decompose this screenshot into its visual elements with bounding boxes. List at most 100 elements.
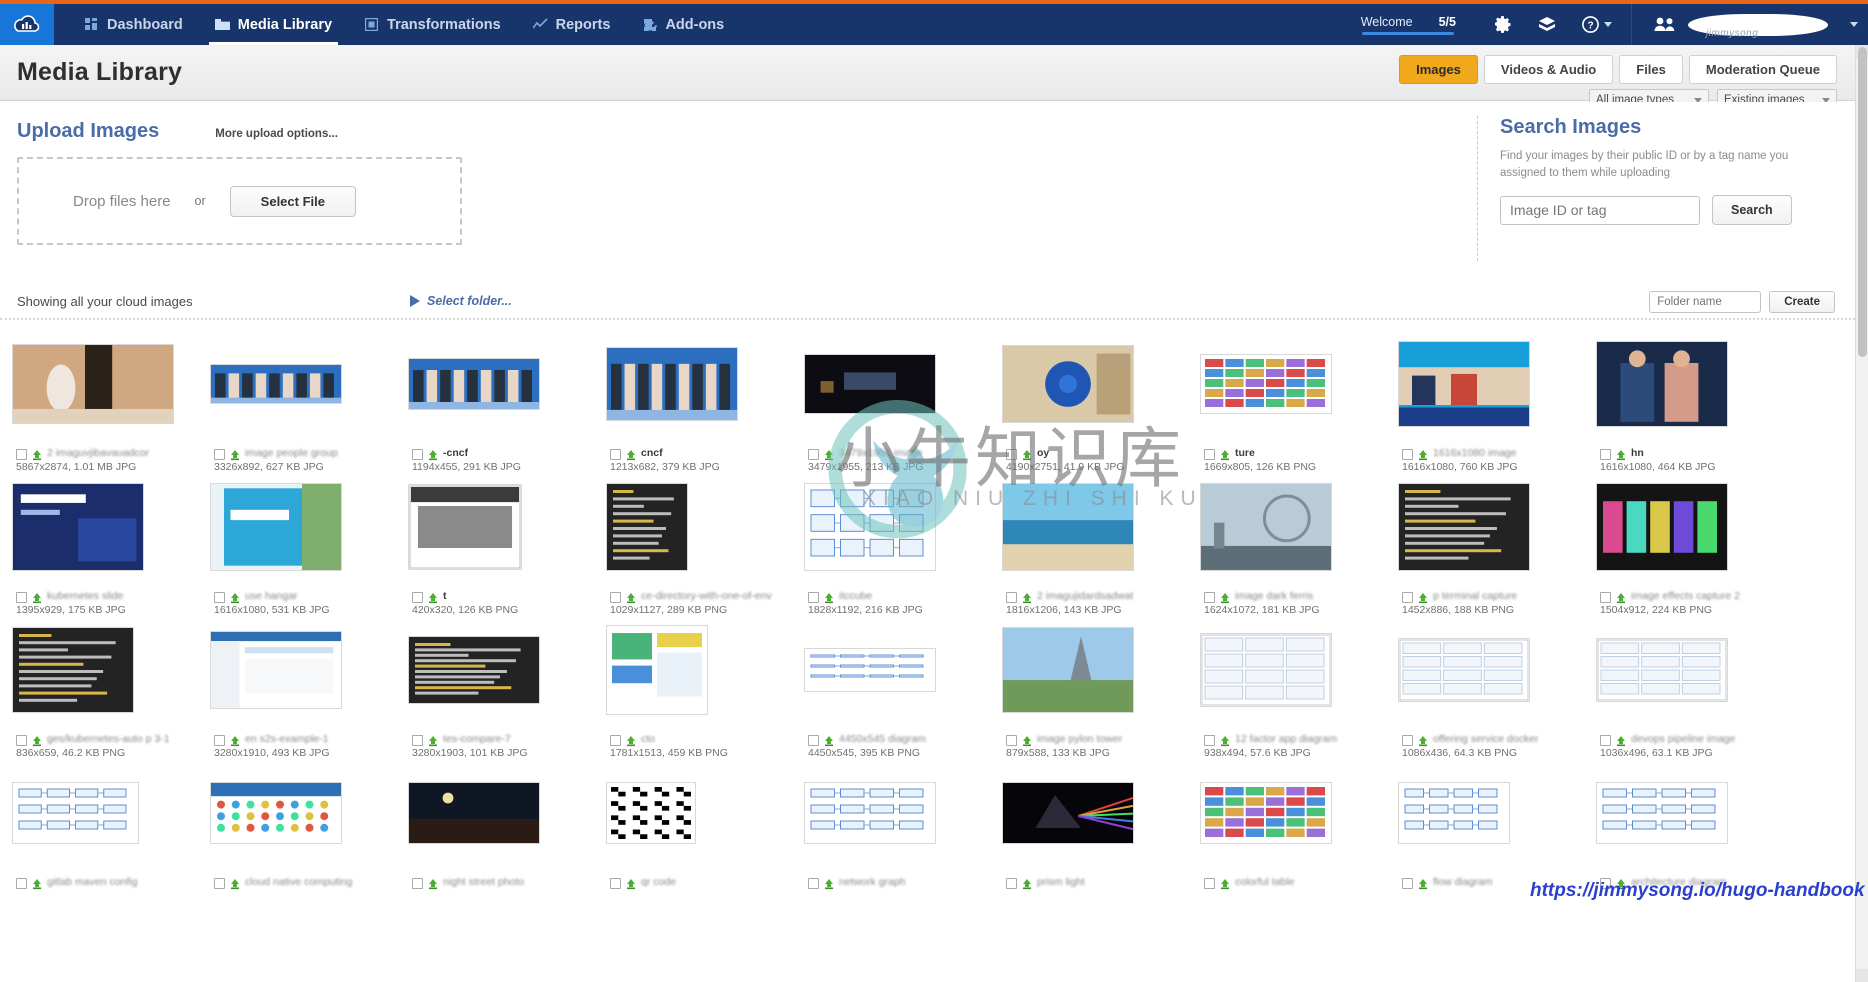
image-thumbnail[interactable] bbox=[804, 782, 936, 845]
image-thumbnail[interactable] bbox=[1398, 483, 1530, 572]
select-checkbox[interactable] bbox=[412, 735, 423, 747]
image-thumbnail[interactable] bbox=[408, 358, 540, 410]
vertical-scrollbar[interactable] bbox=[1855, 45, 1868, 982]
select-checkbox[interactable] bbox=[1600, 592, 1611, 604]
image-thumbnail[interactable] bbox=[606, 347, 738, 421]
nav-item-dashboard[interactable]: Dashboard bbox=[68, 4, 199, 45]
select-checkbox[interactable] bbox=[1006, 735, 1017, 747]
image-grid-item[interactable]: offering service docker 1086x436, 64.3 K… bbox=[1398, 616, 1593, 759]
thumbnail-wrapper[interactable] bbox=[12, 473, 207, 581]
thumbnail-wrapper[interactable] bbox=[210, 759, 405, 867]
select-checkbox[interactable] bbox=[610, 735, 621, 747]
image-grid-item[interactable]: cncf 1213x682, 379 KB JPG bbox=[606, 330, 801, 473]
image-grid-item[interactable]: colorful table bbox=[1200, 759, 1395, 890]
image-thumbnail[interactable] bbox=[1398, 638, 1530, 703]
thumbnail-wrapper[interactable] bbox=[408, 616, 603, 724]
nav-item-addons[interactable]: Add-ons bbox=[626, 4, 740, 45]
select-checkbox[interactable] bbox=[16, 735, 27, 747]
nav-item-transformations[interactable]: Transformations bbox=[348, 4, 517, 45]
chevron-down-icon[interactable] bbox=[1850, 22, 1858, 27]
image-thumbnail[interactable] bbox=[210, 631, 342, 710]
thumbnail-wrapper[interactable] bbox=[804, 759, 999, 867]
select-checkbox[interactable] bbox=[610, 878, 621, 890]
thumbnail-wrapper[interactable] bbox=[1200, 473, 1395, 581]
user-account-menu[interactable]: jimmysong bbox=[1638, 13, 1858, 39]
image-thumbnail[interactable] bbox=[606, 782, 696, 845]
image-grid-item[interactable]: qr code bbox=[606, 759, 801, 890]
search-input[interactable] bbox=[1500, 195, 1700, 225]
image-grid-item[interactable]: cto 1781x1513, 459 KB PNG bbox=[606, 616, 801, 759]
image-thumbnail[interactable] bbox=[408, 636, 540, 705]
image-grid-item[interactable]: use hangar 1616x1080, 531 KB JPG bbox=[210, 473, 405, 616]
image-thumbnail[interactable] bbox=[1200, 782, 1332, 845]
image-thumbnail[interactable] bbox=[1596, 483, 1728, 572]
image-grid-item[interactable]: en s2s-example-1 3280x1910, 493 KB JPG bbox=[210, 616, 405, 759]
image-grid-item[interactable]: cloud native computing bbox=[210, 759, 405, 890]
image-grid-item[interactable]: prism light bbox=[1002, 759, 1197, 890]
select-checkbox[interactable] bbox=[16, 878, 27, 890]
thumbnail-wrapper[interactable] bbox=[606, 330, 801, 438]
image-grid-item[interactable]: night street photo bbox=[408, 759, 603, 890]
image-grid-item[interactable]: image effects capture 2 1504x912, 224 KB… bbox=[1596, 473, 1791, 616]
thumbnail-wrapper[interactable] bbox=[1200, 330, 1395, 438]
image-thumbnail[interactable] bbox=[210, 483, 342, 572]
thumbnail-wrapper[interactable] bbox=[408, 330, 603, 438]
image-grid-item[interactable]: 2 imagujidardsadwat 1816x1206, 143 KB JP… bbox=[1002, 473, 1197, 616]
tab-files[interactable]: Files bbox=[1619, 55, 1683, 84]
image-grid[interactable]: 2 imaguvjibavauadcor 5867x2874, 1.01 MB … bbox=[0, 322, 1855, 982]
select-checkbox[interactable] bbox=[1006, 878, 1017, 890]
welcome-progress[interactable]: Welcome 5/5 bbox=[1361, 15, 1456, 35]
image-thumbnail[interactable] bbox=[1596, 782, 1728, 845]
tab-videos-audio[interactable]: Videos & Audio bbox=[1483, 55, 1614, 84]
image-thumbnail[interactable] bbox=[12, 782, 139, 845]
tab-images[interactable]: Images bbox=[1399, 55, 1478, 84]
select-checkbox[interactable] bbox=[1600, 878, 1611, 890]
image-thumbnail[interactable] bbox=[12, 344, 174, 424]
select-checkbox[interactable] bbox=[214, 735, 225, 747]
thumbnail-wrapper[interactable] bbox=[1200, 759, 1395, 867]
image-thumbnail[interactable] bbox=[1002, 483, 1134, 572]
image-thumbnail[interactable] bbox=[1200, 483, 1332, 572]
image-thumbnail[interactable] bbox=[804, 648, 936, 693]
select-checkbox[interactable] bbox=[412, 878, 423, 890]
image-grid-item[interactable]: network graph bbox=[804, 759, 999, 890]
thumbnail-wrapper[interactable] bbox=[804, 473, 999, 581]
scrollbar-thumb[interactable] bbox=[1858, 47, 1867, 357]
image-thumbnail[interactable] bbox=[804, 483, 936, 572]
thumbnail-wrapper[interactable] bbox=[1596, 616, 1791, 724]
image-grid-item[interactable]: image pylon tower 879x588, 133 KB JPG bbox=[1002, 616, 1197, 759]
image-grid-item[interactable]: 12 factor app diagram 938x494, 57.6 KB J… bbox=[1200, 616, 1395, 759]
image-grid-item[interactable]: 1616x1080 image 1616x1080, 760 KB JPG bbox=[1398, 330, 1593, 473]
select-checkbox[interactable] bbox=[808, 735, 819, 747]
thumbnail-wrapper[interactable] bbox=[1596, 473, 1791, 581]
thumbnail-wrapper[interactable] bbox=[1398, 473, 1593, 581]
select-checkbox[interactable] bbox=[16, 592, 27, 604]
thumbnail-wrapper[interactable] bbox=[1200, 616, 1395, 724]
thumbnail-wrapper[interactable] bbox=[606, 616, 801, 724]
image-thumbnail[interactable] bbox=[1398, 782, 1510, 845]
more-upload-options-link[interactable]: More upload options... bbox=[215, 128, 338, 140]
help-circle-icon[interactable]: ? bbox=[1582, 16, 1612, 33]
image-grid-item[interactable]: kubernetes slide 1395x929, 175 KB JPG bbox=[12, 473, 207, 616]
image-grid-item[interactable]: 2 imaguvjibavauadcor 5867x2874, 1.01 MB … bbox=[12, 330, 207, 473]
image-thumbnail[interactable] bbox=[606, 625, 708, 716]
thumbnail-wrapper[interactable] bbox=[12, 330, 207, 438]
folder-name-input[interactable] bbox=[1649, 291, 1762, 313]
select-checkbox[interactable] bbox=[610, 449, 621, 460]
select-checkbox[interactable] bbox=[412, 592, 423, 604]
select-file-button[interactable]: Select File bbox=[229, 185, 356, 217]
select-checkbox[interactable] bbox=[1600, 735, 1611, 747]
select-checkbox[interactable] bbox=[16, 449, 27, 460]
box-icon[interactable] bbox=[1538, 16, 1556, 33]
image-grid-item[interactable]: tes-compare-7 3280x1903, 101 KB JPG bbox=[408, 616, 603, 759]
select-checkbox[interactable] bbox=[808, 592, 819, 604]
select-checkbox[interactable] bbox=[214, 449, 225, 460]
image-thumbnail[interactable] bbox=[12, 627, 134, 714]
image-thumbnail[interactable] bbox=[1002, 345, 1134, 423]
select-checkbox[interactable] bbox=[1402, 735, 1413, 747]
image-thumbnail[interactable] bbox=[210, 364, 342, 404]
thumbnail-wrapper[interactable] bbox=[1398, 759, 1593, 867]
select-checkbox[interactable] bbox=[1204, 592, 1215, 604]
thumbnail-wrapper[interactable] bbox=[1596, 759, 1791, 867]
file-dropzone[interactable]: Drop files here or Select File bbox=[17, 157, 462, 245]
